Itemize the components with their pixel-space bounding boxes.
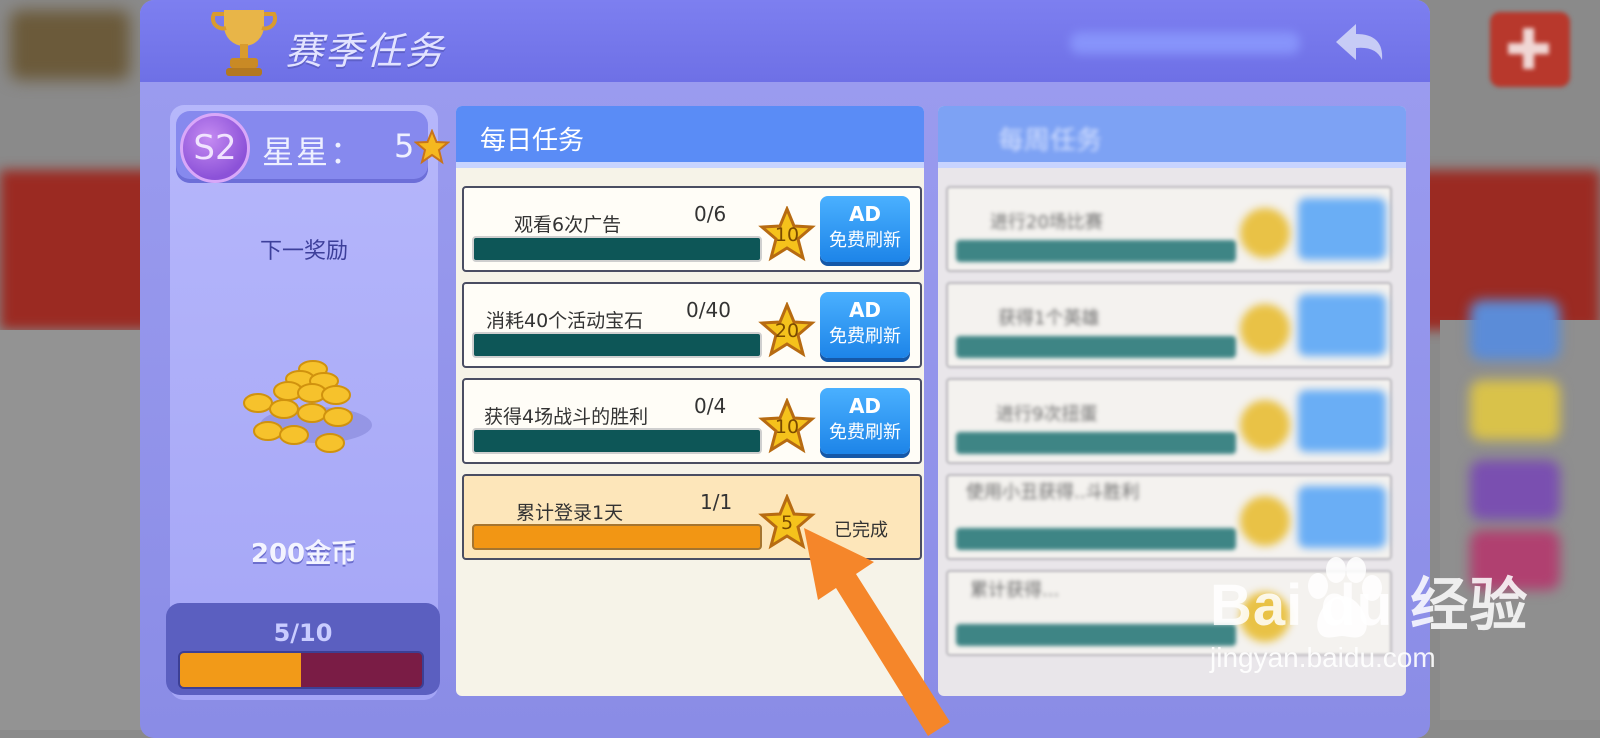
task-name: 获得4场战斗的胜利 <box>484 406 649 428</box>
star-reward-icon <box>1240 304 1290 354</box>
task-count: 0/6 <box>694 202 727 226</box>
task-star-count: 10 <box>774 416 800 438</box>
task-card: 观看6次广告 0/6 10 AD 免费刷新 <box>462 186 922 272</box>
watermark-url: jingyan.baidu.com <box>1210 642 1436 673</box>
weekly-task-button[interactable] <box>1298 486 1386 548</box>
task-count: 1/1 <box>700 490 733 514</box>
ad-refresh-label: 免费刷新 <box>829 326 901 347</box>
header-hint-text <box>1070 32 1300 54</box>
task-card: 消耗40个活动宝石 0/40 20 AD 免费刷新 <box>462 282 922 368</box>
weekly-tasks-header[interactable]: 每周任务 <box>938 106 1406 168</box>
daily-tasks-title: 每日任务 <box>480 126 585 156</box>
watermark-logo: Bai du 经验 <box>1210 573 1529 638</box>
season-progress-box: 5/10 <box>166 603 440 695</box>
weekly-task-name: 进行9次扭蛋 <box>996 404 1098 425</box>
task-name: 观看6次广告 <box>514 214 622 236</box>
weekly-tasks-title: 每周任务 <box>998 126 1103 156</box>
ad-label: AD <box>848 298 882 322</box>
stars-label: 星星： <box>262 133 365 171</box>
task-progress-bar <box>472 236 762 262</box>
weekly-task-button[interactable] <box>1298 390 1386 452</box>
ad-refresh-label: 免费刷新 <box>829 422 901 443</box>
task-name: 消耗40个活动宝石 <box>486 310 644 332</box>
weekly-task-button[interactable] <box>1298 294 1386 356</box>
ad-refresh-button[interactable]: AD 免费刷新 <box>820 292 910 358</box>
task-star-count: 10 <box>774 224 800 246</box>
star-reward-icon <box>1240 496 1290 546</box>
star-reward-icon <box>1240 208 1290 258</box>
weekly-task-card: 进行20场比赛 <box>946 186 1392 272</box>
back-icon[interactable] <box>1326 12 1392 72</box>
stars-pill: S2 星星： 5 <box>176 111 450 183</box>
weekly-task-name: 进行20场比赛 <box>990 212 1103 233</box>
task-star-count: 20 <box>774 320 800 342</box>
daily-tasks-header: 每日任务 <box>456 106 924 168</box>
task-count: 0/40 <box>686 298 731 322</box>
reward-name: 200金币 <box>250 539 358 569</box>
ad-refresh-label: 免费刷新 <box>829 230 901 251</box>
gold-coins-icon <box>243 360 372 453</box>
star-reward-icon <box>1240 400 1290 450</box>
season-progress-fill <box>180 653 301 687</box>
modal-title: 赛季任务 <box>285 29 446 73</box>
weekly-task-card: 进行9次扭蛋 <box>946 378 1392 464</box>
weekly-task-button[interactable] <box>1298 198 1386 260</box>
modal-header: 赛季任务 <box>140 0 1430 82</box>
star-icon <box>414 129 450 165</box>
season-progress-bar <box>178 651 424 689</box>
weekly-task-name: 获得1个英雄 <box>998 308 1100 329</box>
next-reward-label: 下一奖励 <box>259 239 348 264</box>
season-progress-panel: S2 星星： 5 下一奖励 200金币 5/10 <box>166 105 450 700</box>
weekly-task-card: 使用小丑获得..斗胜利 <box>946 474 1392 560</box>
ad-label: AD <box>848 202 882 226</box>
plus-icon: ✚ <box>1505 18 1552 83</box>
task-progress-bar <box>472 428 762 454</box>
weekly-task-name: 累计获得... <box>970 580 1060 601</box>
ad-label: AD <box>848 394 882 418</box>
ad-refresh-button[interactable]: AD 免费刷新 <box>820 196 910 262</box>
task-progress-bar <box>472 332 762 358</box>
trophy-icon <box>210 10 278 76</box>
ad-refresh-button[interactable]: AD 免费刷新 <box>820 388 910 454</box>
task-count: 0/4 <box>694 394 727 418</box>
task-card: 获得4场战斗的胜利 0/4 10 AD 免费刷新 <box>462 378 922 464</box>
season-badge: S2 <box>180 113 250 183</box>
weekly-task-card: 获得1个英雄 <box>946 282 1392 368</box>
weekly-task-name: 使用小丑获得..斗胜利 <box>966 482 1140 503</box>
pointer-arrow-icon <box>804 528 950 736</box>
season-progress-text: 5/10 <box>273 619 333 647</box>
baidu-watermark: Bai du 经验 jingyan.baidu.com <box>1210 558 1529 673</box>
task-name: 累计登录1天 <box>516 502 624 524</box>
stars-count: 5 <box>394 127 415 165</box>
task-progress-bar <box>472 524 762 550</box>
